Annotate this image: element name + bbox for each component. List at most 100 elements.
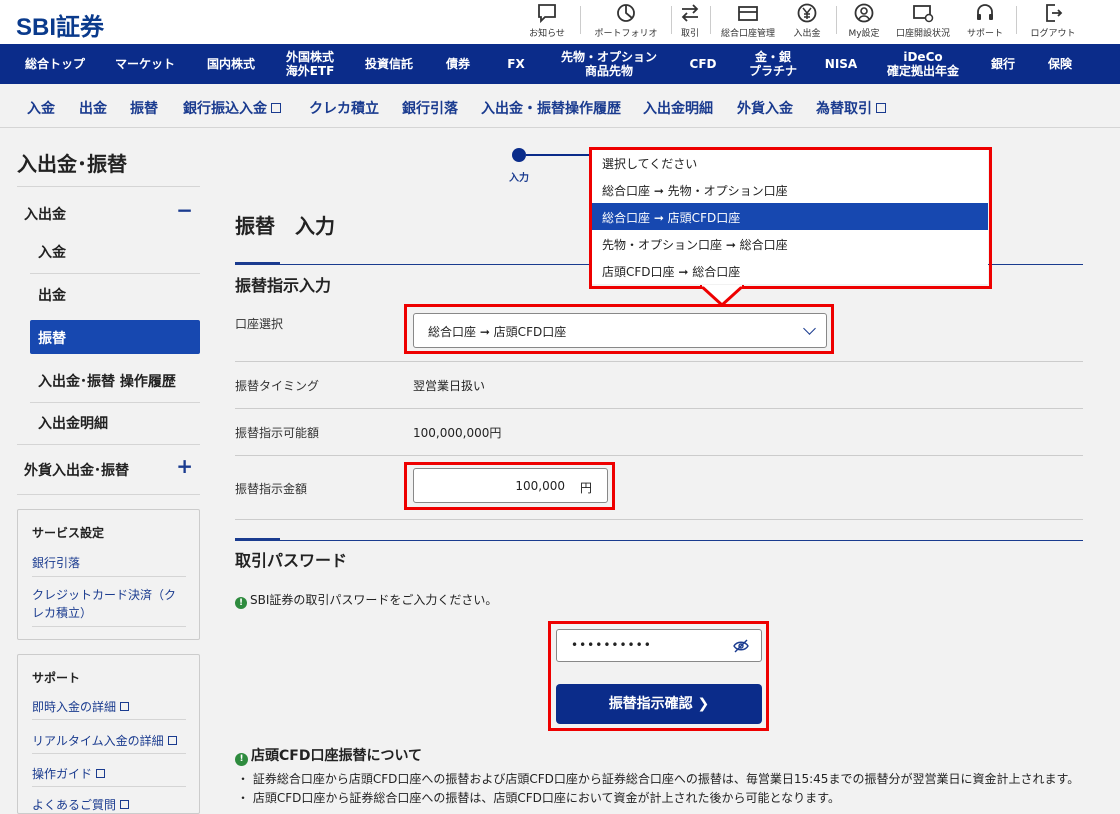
- divider: [17, 494, 200, 495]
- divider: [836, 6, 837, 34]
- utility-news[interactable]: お知らせ: [525, 2, 569, 39]
- gnav-funds[interactable]: 投資信託: [354, 44, 424, 84]
- subnav-withdraw[interactable]: 出金: [79, 98, 107, 118]
- amount-input[interactable]: 100,000 円: [413, 468, 608, 503]
- utility-portfolio[interactable]: ポートフォリオ: [586, 2, 666, 39]
- link-realtime-deposit[interactable]: リアルタイム入金の詳細: [32, 732, 177, 749]
- eye-off-icon[interactable]: [733, 639, 749, 653]
- sub-nav: 入金 出金 振替 銀行振込入金 クレカ積立 銀行引落 入出金・振替操作履歴 入出…: [0, 84, 1120, 128]
- sidebar: 入出金･振替 入出金 − 入金 出金 振替 入出金･振替 操作履歴 入出金明細 …: [0, 128, 215, 814]
- subnav-credit-card[interactable]: クレカ積立: [309, 98, 379, 118]
- gnav-nisa[interactable]: NISA: [818, 44, 864, 84]
- sidebar-group-deposit[interactable]: 入出金: [24, 204, 66, 224]
- subnav-statement[interactable]: 入出金明細: [643, 98, 713, 118]
- info-bullet: ・ 証券総合口座から店頭CFD口座への振替および店頭CFD口座から証券総合口座へ…: [237, 772, 1080, 786]
- divider: [32, 626, 186, 627]
- subnav-bank-debit[interactable]: 銀行引落: [402, 98, 458, 118]
- sidebar-item-transfer[interactable]: 振替: [38, 328, 66, 348]
- timing-value: 翌営業日扱い: [413, 379, 486, 393]
- password-input[interactable]: ••••••••••: [556, 629, 762, 662]
- external-link-icon: [120, 702, 130, 711]
- collapse-icon[interactable]: −: [176, 198, 193, 222]
- divider: [235, 361, 1083, 362]
- utility-account[interactable]: 総合口座管理: [715, 2, 781, 39]
- subnav-bank-transfer-deposit[interactable]: 銀行振込入金: [183, 98, 281, 118]
- support-box: サポート 即時入金の詳細 リアルタイム入金の詳細 操作ガイド よくあるご質問: [17, 654, 200, 814]
- chevron-down-icon: [803, 322, 816, 335]
- sbi-logo[interactable]: SBI証券: [16, 7, 104, 42]
- confirm-transfer-button[interactable]: 振替指示確認 ❯: [556, 684, 762, 724]
- sidebar-group-fx[interactable]: 外貨入出金･振替: [24, 460, 129, 480]
- sidebar-title: 入出金･振替: [17, 152, 127, 176]
- sidebar-item-statement[interactable]: 入出金明細: [38, 413, 108, 433]
- info-bullet: ・ 店頭CFD口座から証券総合口座への振替は、店頭CFD口座において資金が計上さ…: [237, 791, 840, 805]
- gnav-bank[interactable]: 銀行: [982, 44, 1024, 84]
- external-link-icon: [120, 800, 130, 809]
- divider: [235, 519, 1083, 520]
- utility-application-status[interactable]: 口座開設状況: [890, 2, 956, 39]
- link-credit-card[interactable]: クレジットカード決済（ク レカ積立）: [32, 586, 176, 622]
- gnav-ideco[interactable]: iDeCo 確定拠出年金: [876, 44, 970, 84]
- yen-icon: [797, 3, 817, 23]
- support-title: サポート: [32, 671, 81, 685]
- account-select[interactable]: 総合口座 ➞ 店頭CFD口座: [413, 313, 827, 348]
- subnav-fx-trade[interactable]: 為替取引: [816, 98, 886, 118]
- stepper-line: [526, 154, 590, 156]
- global-nav: 総合トップ マーケット 国内株式 外国株式 海外ETF 投資信託 債券 FX 先…: [0, 44, 1120, 84]
- utility-trade[interactable]: 取引: [675, 2, 705, 39]
- gnav-bonds[interactable]: 債券: [434, 44, 482, 84]
- callout-pointer: [700, 285, 744, 307]
- gnav-gold[interactable]: 金・銀 プラチナ: [740, 44, 806, 84]
- password-value: ••••••••••: [571, 638, 652, 652]
- utility-deposit[interactable]: 入出金: [789, 2, 825, 39]
- divider: [235, 455, 1083, 456]
- utility-support[interactable]: サポート: [963, 2, 1007, 39]
- sidebar-item-history[interactable]: 入出金･振替 操作履歴: [38, 371, 176, 391]
- timing-label: 振替タイミング: [235, 379, 320, 393]
- gnav-top[interactable]: 総合トップ: [12, 44, 98, 84]
- link-guide[interactable]: 操作ガイド: [32, 765, 106, 782]
- section-accent: [235, 538, 280, 541]
- info-title-text: 店頭CFD口座振替について: [251, 748, 423, 764]
- subnav-transfer[interactable]: 振替: [130, 98, 158, 118]
- sidebar-item-deposit[interactable]: 入金: [38, 242, 66, 262]
- utility-label: 口座開設状況: [895, 29, 950, 39]
- external-link-icon: [96, 769, 106, 778]
- utility-label: ログアウト: [1030, 29, 1076, 39]
- service-settings-title: サービス設定: [32, 526, 105, 540]
- password-note: ! SBI証券の取引パスワードをご入力ください。: [235, 591, 497, 609]
- password-section-title: 取引パスワード: [235, 551, 348, 570]
- utility-label: 入出金: [793, 29, 821, 39]
- gnav-futures[interactable]: 先物・オプション 商品先物: [553, 44, 665, 84]
- gnav-insurance[interactable]: 保険: [1038, 44, 1082, 84]
- divider: [32, 576, 186, 577]
- subnav-deposit[interactable]: 入金: [27, 98, 55, 118]
- subnav-history[interactable]: 入出金・振替操作履歴: [481, 98, 621, 118]
- available-value: 100,000,000円: [413, 426, 502, 440]
- utility-label: サポート: [966, 29, 1003, 39]
- gnav-market[interactable]: マーケット: [104, 44, 186, 84]
- divider: [32, 753, 186, 754]
- link-label: よくあるご質問: [32, 798, 117, 812]
- link-instant-deposit[interactable]: 即時入金の詳細: [32, 698, 130, 715]
- sidebar-item-withdraw[interactable]: 出金: [38, 285, 66, 305]
- gnav-domestic-stocks[interactable]: 国内株式: [196, 44, 266, 84]
- utility-label: ポートフォリオ: [594, 29, 658, 39]
- message-icon: [538, 4, 556, 24]
- subnav-fx-deposit[interactable]: 外貨入金: [737, 98, 793, 118]
- gnav-foreign-stocks[interactable]: 外国株式 海外ETF: [276, 44, 344, 84]
- subnav-label: 為替取引: [816, 101, 872, 117]
- expand-icon[interactable]: +: [176, 454, 193, 478]
- page-title: 振替 入力: [235, 214, 335, 238]
- link-faq[interactable]: よくあるご質問: [32, 796, 130, 813]
- utility-logout[interactable]: ログアウト: [1024, 2, 1082, 39]
- section-divider: [235, 540, 1083, 541]
- gnav-cfd[interactable]: CFD: [680, 44, 726, 84]
- divider: [30, 402, 200, 403]
- link-bank-debit[interactable]: 銀行引落: [32, 554, 80, 571]
- amount-value: 100,000: [515, 479, 565, 493]
- divider: [30, 273, 200, 274]
- gnav-fx[interactable]: FX: [494, 44, 538, 84]
- section-accent: [235, 262, 280, 265]
- utility-mysettings[interactable]: My設定: [844, 2, 884, 39]
